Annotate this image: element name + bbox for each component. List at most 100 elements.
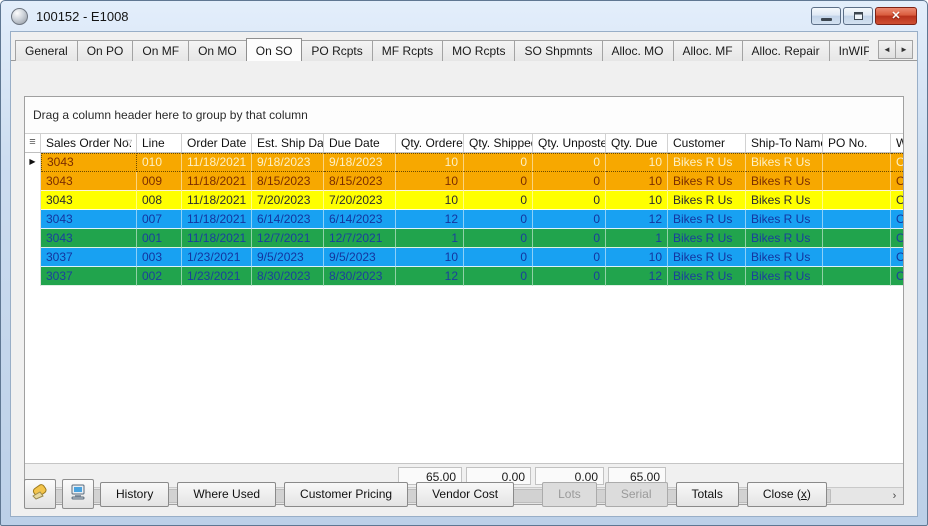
cell-so[interactable]: 3043 [41,191,137,210]
cell-qty_due[interactable]: 10 [606,191,668,210]
column-header-order-date[interactable]: Order Date [182,134,252,152]
table-row[interactable]: 30370021/23/20218/30/20238/30/2023120012… [25,267,903,286]
cell-qty_due[interactable]: 10 [606,248,668,267]
cell-due_date[interactable]: 8/15/2023 [324,172,396,191]
cell-w[interactable]: Op [891,248,903,267]
column-header-customer[interactable]: Customer [668,134,746,152]
cell-qty_shipped[interactable]: 0 [464,153,533,172]
cell-qty_unposted[interactable]: 0 [533,229,606,248]
cell-qty_unposted[interactable]: 0 [533,172,606,191]
column-header-po-no[interactable]: PO No. [823,134,891,152]
cell-w[interactable]: Op [891,191,903,210]
cell-line[interactable]: 009 [137,172,182,191]
cell-customer[interactable]: Bikes R Us [668,267,746,286]
cell-ship_to[interactable]: Bikes R Us [746,267,823,286]
column-header-sales-order-no[interactable]: Sales Order No.▽ [41,134,137,152]
cell-customer[interactable]: Bikes R Us [668,172,746,191]
cell-order_date[interactable]: 11/18/2021 [182,191,252,210]
cell-due_date[interactable]: 9/18/2023 [324,153,396,172]
where-used-button[interactable]: Where Used [177,482,276,507]
tab-mf-rcpts[interactable]: MF Rcpts [372,40,443,61]
cell-due_date[interactable]: 9/5/2023 [324,248,396,267]
cell-po_no[interactable] [823,267,891,286]
cell-ship_to[interactable]: Bikes R Us [746,229,823,248]
cell-so[interactable]: 3037 [41,248,137,267]
customer-pricing-button[interactable]: Customer Pricing [284,482,408,507]
maximize-button[interactable] [843,7,873,25]
cell-po_no[interactable] [823,248,891,267]
tab-alloc-mo[interactable]: Alloc. MO [602,40,674,61]
table-row[interactable]: 304300111/18/202112/7/202112/7/20211001B… [25,229,903,248]
cell-po_no[interactable] [823,229,891,248]
history-button[interactable]: History [100,482,169,507]
cell-qty_unposted[interactable]: 0 [533,248,606,267]
cell-qty_ordered[interactable]: 10 [396,191,464,210]
cell-qty_due[interactable]: 10 [606,153,668,172]
column-header-ship-to-name[interactable]: Ship-To Name [746,134,823,152]
tab-scroll-left-icon[interactable]: ◄ [878,40,896,59]
close-button[interactable]: ✕ [875,7,917,25]
cell-est_ship_date[interactable]: 12/7/2021 [252,229,324,248]
table-row[interactable]: 304300811/18/20217/20/20237/20/202310001… [25,191,903,210]
cell-due_date[interactable]: 12/7/2021 [324,229,396,248]
cell-order_date[interactable]: 11/18/2021 [182,229,252,248]
cell-qty_ordered[interactable]: 10 [396,172,464,191]
cell-so[interactable]: 3037 [41,267,137,286]
cell-qty_shipped[interactable]: 0 [464,248,533,267]
cell-order_date[interactable]: 1/23/2021 [182,248,252,267]
cell-so[interactable]: 3043 [41,153,137,172]
cell-est_ship_date[interactable]: 6/14/2023 [252,210,324,229]
cell-qty_shipped[interactable]: 0 [464,229,533,248]
column-header-qty-shipped[interactable]: Qty. Shipped [464,134,533,152]
cell-w[interactable]: Op [891,153,903,172]
column-header-w[interactable]: W [891,134,903,152]
tab-on-po[interactable]: On PO [77,40,134,61]
cell-due_date[interactable]: 6/14/2023 [324,210,396,229]
cell-customer[interactable]: Bikes R Us [668,210,746,229]
cell-est_ship_date[interactable]: 7/20/2023 [252,191,324,210]
cell-ship_to[interactable]: Bikes R Us [746,172,823,191]
cell-w[interactable]: Op [891,172,903,191]
tab-on-mf[interactable]: On MF [132,40,189,61]
table-row[interactable]: 304300711/18/20216/14/20236/14/202312001… [25,210,903,229]
cell-ship_to[interactable]: Bikes R Us [746,191,823,210]
cell-so[interactable]: 3043 [41,229,137,248]
cell-customer[interactable]: Bikes R Us [668,248,746,267]
cell-line[interactable]: 002 [137,267,182,286]
tab-alloc-mf[interactable]: Alloc. MF [673,40,743,61]
computer-button[interactable] [62,479,94,509]
cell-customer[interactable]: Bikes R Us [668,229,746,248]
column-header-line[interactable]: Line [137,134,182,152]
cell-qty_due[interactable]: 12 [606,267,668,286]
cell-qty_unposted[interactable]: 0 [533,153,606,172]
cell-customer[interactable]: Bikes R Us [668,191,746,210]
table-row[interactable]: 304300911/18/20218/15/20238/15/202310001… [25,172,903,191]
cell-w[interactable]: Op [891,229,903,248]
tab-po-rcpts[interactable]: PO Rcpts [301,40,372,61]
cell-customer[interactable]: Bikes R Us [668,153,746,172]
cell-order_date[interactable]: 11/18/2021 [182,172,252,191]
cell-order_date[interactable]: 1/23/2021 [182,267,252,286]
cell-est_ship_date[interactable]: 9/18/2023 [252,153,324,172]
group-by-panel[interactable]: Drag a column header here to group by th… [25,97,903,134]
cell-qty_due[interactable]: 12 [606,210,668,229]
cell-so[interactable]: 3043 [41,210,137,229]
cell-qty_unposted[interactable]: 0 [533,191,606,210]
cell-so[interactable]: 3043 [41,172,137,191]
tab-on-mo[interactable]: On MO [188,40,247,61]
cell-qty_unposted[interactable]: 0 [533,267,606,286]
cell-qty_shipped[interactable]: 0 [464,210,533,229]
table-row[interactable]: 30370031/23/20219/5/20239/5/2023100010Bi… [25,248,903,267]
cell-order_date[interactable]: 11/18/2021 [182,153,252,172]
tab-mo-rcpts[interactable]: MO Rcpts [442,40,515,61]
cell-qty_shipped[interactable]: 0 [464,191,533,210]
cell-line[interactable]: 008 [137,191,182,210]
cell-qty_unposted[interactable]: 0 [533,210,606,229]
cell-qty_ordered[interactable]: 12 [396,267,464,286]
tab-inwip[interactable]: InWIP [829,40,869,61]
close-x-button[interactable]: Close (x) [747,482,827,507]
column-header-qty-ordered[interactable]: Qty. Ordered [396,134,464,152]
cell-ship_to[interactable]: Bikes R Us [746,153,823,172]
cell-qty_ordered[interactable]: 10 [396,248,464,267]
tab-alloc-repair[interactable]: Alloc. Repair [742,40,830,61]
